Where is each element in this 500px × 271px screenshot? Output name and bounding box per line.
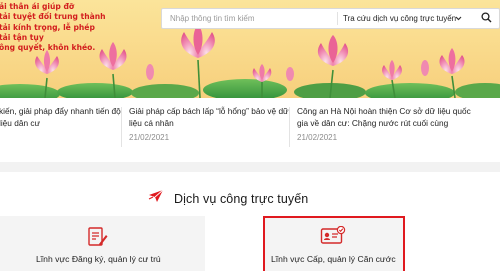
search-button[interactable]	[472, 9, 500, 28]
search-icon	[480, 10, 492, 28]
news-title-line: Giải pháp cấp bách lấp “lỗ hổng” bảo vệ …	[129, 106, 289, 116]
document-pen-icon	[86, 226, 108, 253]
search-bar: Tra cứu dịch vụ công trực tuyến	[161, 8, 500, 29]
news-separator	[121, 107, 122, 147]
news-separator	[289, 107, 290, 147]
motto-line: tải kính trọng, lễ phép	[0, 22, 95, 32]
motto-line: ông quyết, khôn khéo.	[0, 43, 96, 53]
news-title-line: liệu cá nhân	[129, 118, 174, 128]
news-item[interactable]: Công an Hà Nội hoàn thiện Cơ sở dữ liệu …	[297, 105, 471, 142]
chevron-down-icon[interactable]	[455, 9, 462, 28]
news-title-line: gia về dân cư: Chặng nước rút cuối cùng	[297, 118, 449, 128]
search-divider	[337, 12, 338, 25]
news-title[interactable]: Giải pháp cấp bách lấp “lỗ hổng” bảo vệ …	[129, 105, 289, 129]
search-category-select[interactable]: Tra cứu dịch vụ công trực tuyến	[340, 9, 466, 28]
news-title[interactable]: kiến, giải pháp đẩy nhanh tiến độ liệu d…	[0, 105, 121, 129]
news-date: 21/02/2021	[129, 133, 170, 142]
paper-plane-icon	[148, 189, 164, 208]
news-title[interactable]: Công an Hà Nội hoàn thiện Cơ sở dữ liệu …	[297, 105, 471, 129]
motto-line: tải tận tụy	[0, 32, 44, 42]
section-divider	[0, 162, 500, 172]
id-card-icon	[320, 225, 346, 251]
news-strip: kiến, giải pháp đẩy nhanh tiến độ liệu d…	[0, 105, 500, 165]
news-date: 21/02/2021	[297, 133, 338, 142]
motto-line: ải thân ái giúp đỡ	[0, 2, 75, 11]
motto-text: ải thân ái giúp đỡ tải tuyệt đối trung t…	[0, 2, 106, 53]
service-card-residence[interactable]: Lĩnh vực Đăng ký, quản lý cư trú	[0, 216, 205, 271]
header-banner: ải thân ái giúp đỡ tải tuyệt đối trung t…	[0, 0, 500, 98]
motto-line: tải tuyệt đối trung thành	[0, 12, 106, 22]
service-card-label: Lĩnh vực Cấp, quản lý Căn cước	[271, 254, 396, 264]
news-item[interactable]: kiến, giải pháp đẩy nhanh tiến độ liệu d…	[0, 105, 121, 129]
service-card-label: Lĩnh vực Đăng ký, quản lý cư trú	[36, 254, 161, 264]
services-title: Dịch vụ công trực tuyến	[174, 191, 309, 206]
news-title-line: liệu dân cư	[0, 118, 41, 128]
services-heading: Dịch vụ công trực tuyến	[148, 189, 308, 208]
news-title-line: kiến, giải pháp đẩy nhanh tiến độ	[0, 106, 121, 116]
news-item[interactable]: Giải pháp cấp bách lấp “lỗ hổng” bảo vệ …	[129, 105, 289, 142]
news-title-line: Công an Hà Nội hoàn thiện Cơ sở dữ liệu …	[297, 106, 471, 116]
search-input[interactable]	[162, 9, 332, 28]
service-card-id[interactable]: Lĩnh vực Cấp, quản lý Căn cước	[263, 216, 405, 271]
